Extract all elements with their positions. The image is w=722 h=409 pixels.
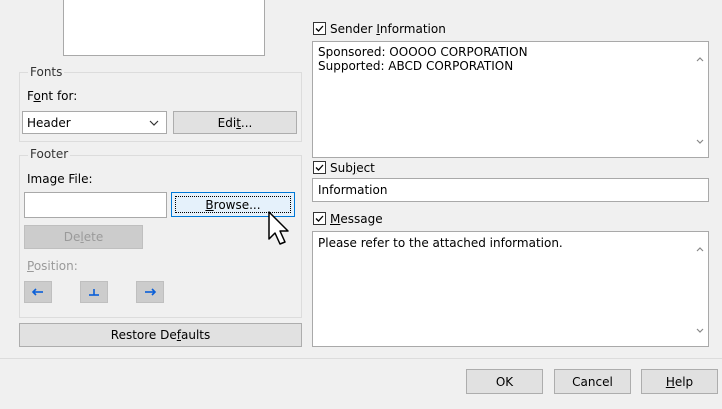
arrow-right-icon [145,288,157,296]
message-checkbox[interactable] [313,212,326,225]
font-for-select-value: Header [27,116,71,130]
image-file-label: Image File: [27,172,93,186]
sender-information-line-2: Supported: ABCD CORPORATION [318,59,514,73]
message-value: Please refer to the attached information… [318,236,563,250]
position-label: Position: [27,259,78,273]
scroll-down-icon[interactable] [695,326,705,336]
sender-information-text[interactable]: Sponsored: OOOOO CORPORATION Supported: … [312,41,709,158]
sender-information-checkbox[interactable] [313,22,326,35]
cancel-button[interactable]: Cancel [554,369,631,394]
mouse-cursor-icon [268,211,289,245]
position-center-button[interactable] [80,281,108,303]
subject-checkbox[interactable] [313,161,326,174]
checkmark-icon [315,164,324,171]
subject-input[interactable]: Information [312,178,709,202]
align-center-icon [89,289,99,296]
sender-information-line-1: Sponsored: OOOOO CORPORATION [318,45,528,59]
delete-button[interactable]: De l ete [24,225,143,249]
checkmark-icon [315,215,324,222]
separator [0,358,722,359]
font-for-label: Font for: [27,89,78,103]
message-text[interactable]: Please refer to the attached information… [312,231,709,347]
fonts-group-legend: Fonts [28,65,65,79]
checkmark-icon [315,25,324,32]
subject-value: Information [318,183,388,197]
subject-label: Subject [330,161,375,175]
scroll-up-icon[interactable] [695,54,705,64]
chevron-down-icon [149,120,159,126]
position-left-button[interactable] [24,281,52,303]
restore-defaults-button[interactable]: Restore De f aults [19,323,302,347]
footer-group-legend: Footer [28,147,71,161]
preview-box [63,0,265,56]
help-button[interactable]: Help [641,369,718,394]
image-file-input[interactable] [24,192,167,218]
scroll-down-icon[interactable] [695,137,705,147]
message-label: Message [330,212,383,226]
ok-button[interactable]: OK [466,369,543,394]
scroll-up-icon[interactable] [695,244,705,254]
font-for-select[interactable]: Header [22,111,167,134]
sender-information-label: Sender Information [330,22,446,36]
position-right-button[interactable] [136,281,164,303]
edit-button[interactable]: Edi t... [173,111,297,134]
arrow-left-icon [31,288,43,296]
